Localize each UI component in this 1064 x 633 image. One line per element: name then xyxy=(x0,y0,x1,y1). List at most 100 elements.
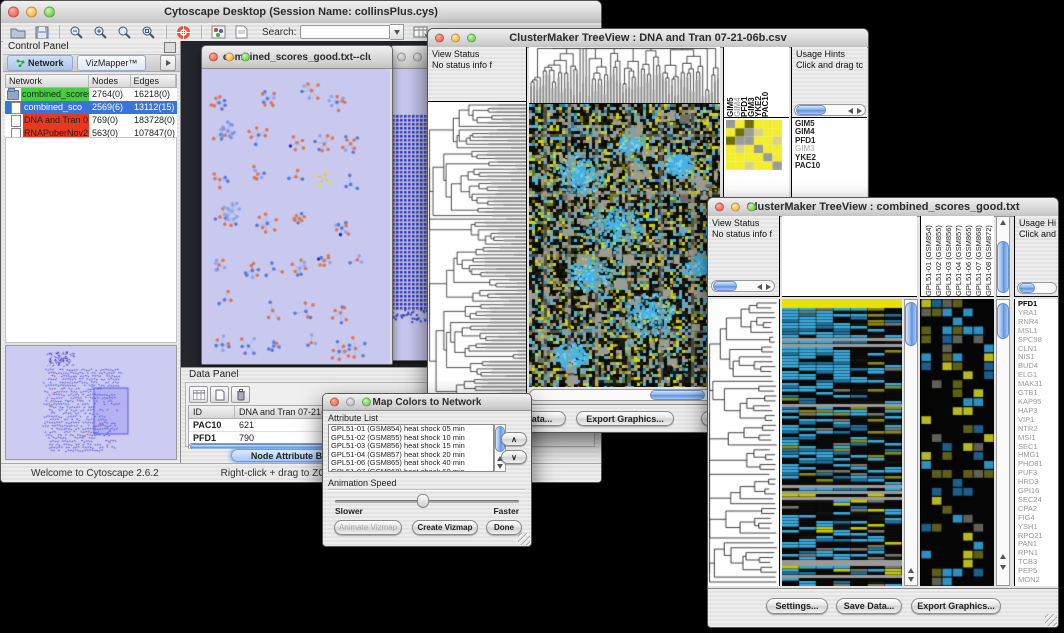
zoom-button[interactable] xyxy=(747,203,756,212)
gene-label[interactable]: NTR2 xyxy=(1018,425,1058,434)
network-row[interactable]: combined_sco 2569(6) 13112(15) xyxy=(5,101,177,114)
column-label[interactable]: PAC10 xyxy=(761,48,768,117)
window-controls[interactable] xyxy=(8,7,55,18)
scroll-thumb[interactable] xyxy=(997,303,1009,339)
zoom-actual-icon[interactable] xyxy=(117,25,132,39)
open-icon[interactable] xyxy=(10,26,26,39)
search-dropdown-button[interactable] xyxy=(390,24,404,40)
resize-grip[interactable] xyxy=(1045,614,1057,626)
gene-label[interactable]: TCB3 xyxy=(1018,558,1058,567)
minimize-button[interactable] xyxy=(346,398,355,407)
usage-hints-scrollbar[interactable] xyxy=(1017,282,1057,294)
gene-label[interactable]: GTB1 xyxy=(1018,389,1058,398)
gene-label[interactable]: HMG1 xyxy=(1018,451,1058,460)
scroll-down-icon[interactable] xyxy=(497,464,503,469)
gene-label[interactable]: MSL1 xyxy=(1018,327,1058,336)
gene-label[interactable]: PAC10 xyxy=(795,162,867,170)
table-icon[interactable] xyxy=(189,386,208,403)
treeview-action-button[interactable]: Export Graphics... xyxy=(911,598,1001,614)
zoom-button[interactable] xyxy=(44,7,55,18)
attribute-list[interactable]: GPL51-01 (GSM854) heat shock 05 minGPL51… xyxy=(328,424,494,472)
vizmapper-icon[interactable] xyxy=(211,25,226,39)
network-row[interactable]: DNA and Tran 07 769(0) 183728(0) xyxy=(5,114,177,127)
zoom-button[interactable] xyxy=(467,34,476,43)
gene-label[interactable]: PEP5 xyxy=(1018,567,1058,576)
gene-label[interactable]: MON2 xyxy=(1018,576,1058,585)
gene-label[interactable]: YKE2 xyxy=(795,154,867,162)
tab-network[interactable]: Network xyxy=(7,55,73,71)
scroll-thumb[interactable] xyxy=(1019,283,1035,293)
gene-label[interactable]: GIM5 xyxy=(795,120,867,128)
dialog-action-button[interactable]: Create Vizmap xyxy=(412,520,478,535)
column-label[interactable]: GIM4 xyxy=(733,48,740,117)
array-label[interactable]: GPL51-08 (GSM872) xyxy=(984,217,994,296)
array-label[interactable]: GPL51-04 (GSM857) xyxy=(954,217,964,296)
gene-label[interactable]: CLN1 xyxy=(1018,345,1058,354)
scroll-thumb[interactable] xyxy=(650,390,705,400)
close-button[interactable] xyxy=(715,203,724,212)
float-panel-icon[interactable] xyxy=(164,42,176,53)
attribute-list-scrollbar[interactable] xyxy=(494,424,506,472)
array-label[interactable]: GPL51-03 (GSM856) xyxy=(944,217,954,296)
view-status-scrollbar[interactable] xyxy=(711,280,775,292)
array-label[interactable]: GPL51-01 (GSM854) xyxy=(924,217,934,296)
zoom-button[interactable] xyxy=(362,398,371,407)
row-dendrogram-canvas[interactable] xyxy=(708,299,780,586)
array-label[interactable]: GPL51-02 (GSM855) xyxy=(934,217,944,296)
labels-vscrollbar[interactable] xyxy=(996,216,1010,297)
global-heatmap-vscrollbar[interactable] xyxy=(904,299,918,586)
treeview2-titlebar[interactable]: ClusterMaker TreeView : combined_scores_… xyxy=(708,198,1058,217)
close-button[interactable] xyxy=(435,34,444,43)
map-colors-dialog[interactable]: Map Colors to Network Attribute List GPL… xyxy=(322,393,532,547)
zoom-heatmap-canvas[interactable] xyxy=(920,299,994,586)
treeview-action-button[interactable]: Settings... xyxy=(766,598,828,614)
scroll-thumb[interactable] xyxy=(796,105,826,115)
close-button[interactable] xyxy=(330,398,339,407)
column-dendrogram-canvas[interactable] xyxy=(529,47,720,104)
scroll-down-icon[interactable] xyxy=(908,577,914,582)
annotation-icon[interactable] xyxy=(235,25,248,39)
network-frame-combined-scores[interactable]: combined_scores_good.txt--cluste... xyxy=(201,45,393,365)
gene-label[interactable]: SEC1 xyxy=(1018,443,1058,452)
resize-grip[interactable] xyxy=(518,533,530,545)
minimize-button[interactable] xyxy=(451,34,460,43)
close-button[interactable] xyxy=(209,53,218,62)
gene-label[interactable]: PHO81 xyxy=(1018,460,1058,469)
scroll-up-icon[interactable] xyxy=(1000,554,1006,559)
help-lifebuoy-icon[interactable] xyxy=(176,25,191,40)
scroll-thumb[interactable] xyxy=(905,302,917,346)
scroll-right-icon[interactable] xyxy=(857,108,862,114)
scroll-thumb[interactable] xyxy=(997,241,1009,293)
scroll-up-icon[interactable] xyxy=(908,568,914,573)
scroll-down-icon[interactable] xyxy=(1000,565,1006,570)
similarity-matrix-canvas[interactable] xyxy=(726,120,782,170)
treeview-window-combined[interactable]: ClusterMaker TreeView : combined_scores_… xyxy=(707,197,1059,628)
minimize-button[interactable] xyxy=(225,53,234,62)
gene-label[interactable]: CPA2 xyxy=(1018,505,1058,514)
gene-label[interactable]: PFD1 xyxy=(1018,300,1058,309)
zoom-out-icon[interactable] xyxy=(69,25,84,39)
gene-label[interactable]: YRA1 xyxy=(1018,309,1058,318)
gene-label[interactable]: MAK31 xyxy=(1018,380,1058,389)
gene-label[interactable]: RPO21 xyxy=(1018,532,1058,541)
search-input[interactable] xyxy=(300,25,390,39)
gene-label[interactable]: GPI16 xyxy=(1018,487,1058,496)
gene-label[interactable]: RNR4 xyxy=(1018,318,1058,327)
gene-label[interactable]: SPC98 xyxy=(1018,336,1058,345)
minimize-button[interactable] xyxy=(731,203,740,212)
more-tabs-button[interactable] xyxy=(160,55,176,71)
close-button[interactable] xyxy=(397,53,406,62)
move-up-button[interactable]: ∧ xyxy=(501,432,527,446)
gene-label[interactable]: PUF3 xyxy=(1018,469,1058,478)
heatmap-hscrollbar[interactable] xyxy=(529,389,720,401)
scroll-thumb[interactable] xyxy=(713,281,737,291)
zoom-button[interactable] xyxy=(241,53,250,62)
gene-label[interactable]: RPN1 xyxy=(1018,549,1058,558)
network-list-header[interactable]: Network Nodes Edges xyxy=(5,74,177,88)
column-label[interactable]: PFD1 xyxy=(740,48,747,117)
gene-label[interactable]: MSI1 xyxy=(1018,434,1058,443)
zoom-fit-icon[interactable] xyxy=(141,25,156,39)
gene-label[interactable]: HRD3 xyxy=(1018,478,1058,487)
save-icon[interactable] xyxy=(35,26,49,39)
trash-icon[interactable] xyxy=(231,386,250,403)
